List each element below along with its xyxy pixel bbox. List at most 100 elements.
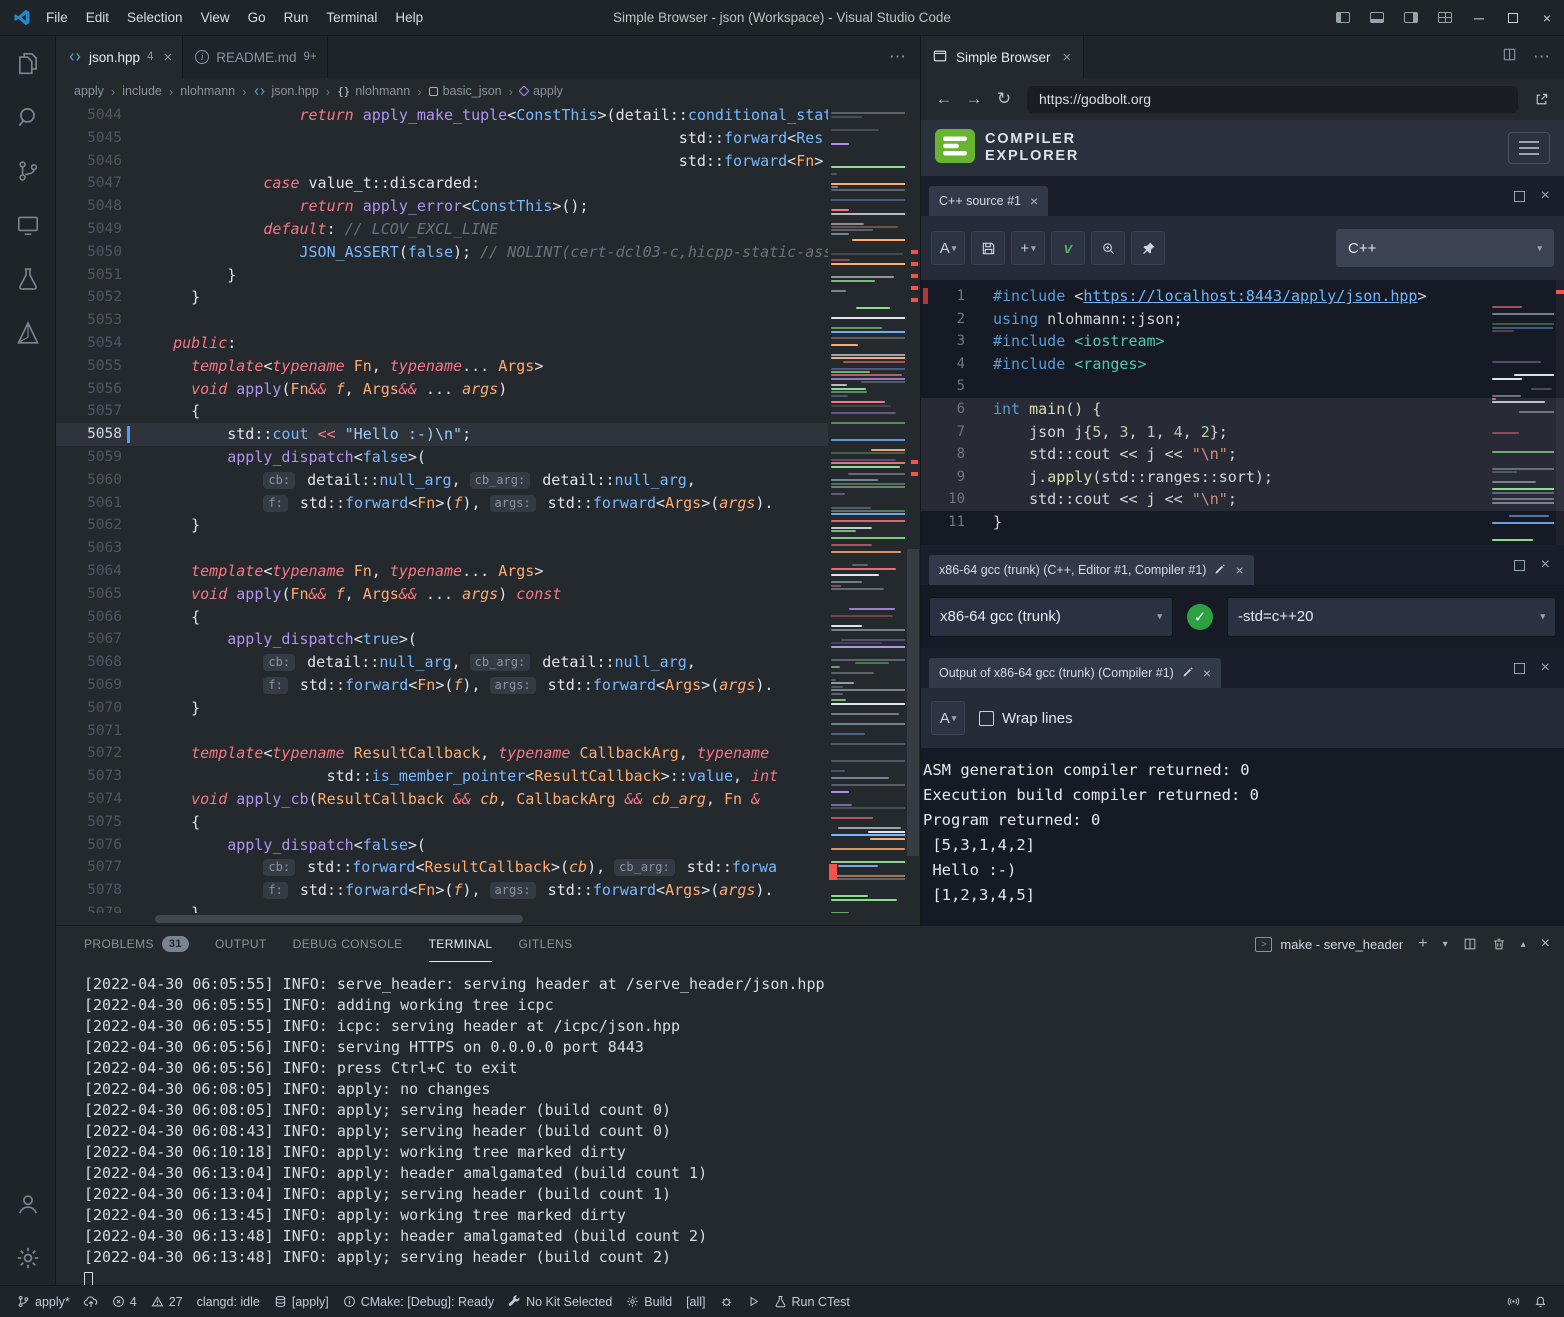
edit-icon[interactable]	[1182, 666, 1194, 681]
code-line-5059[interactable]: 5059 apply_dispatch<false>(	[56, 446, 828, 469]
back-icon[interactable]: ←	[931, 86, 957, 112]
compiler-pane-tab[interactable]: x86-64 gcc (trunk) (C++, Editor #1, Comp…	[929, 555, 1254, 585]
include-url-link[interactable]: https://localhost:8443/apply/json.hpp	[1083, 287, 1417, 305]
code-line-5069[interactable]: 5069 f: std::forward<Fn>(f), args: std::…	[56, 674, 828, 697]
vertical-scrollbar[interactable]	[906, 104, 920, 913]
search-icon[interactable]	[0, 90, 56, 144]
code-line-5074[interactable]: 5074 void apply_cb(ResultCallback && cb,…	[56, 788, 828, 811]
pin-icon[interactable]	[1131, 231, 1165, 265]
explorer-icon[interactable]	[0, 36, 56, 90]
panel-tab-terminal[interactable]: TERMINAL	[429, 926, 493, 962]
breadcrumb-item-nlohmann[interactable]: {}nlohmann	[335, 84, 412, 98]
compiler-select[interactable]: x86-64 gcc (trunk) ▾	[929, 597, 1173, 637]
testing-icon[interactable]	[0, 252, 56, 306]
panel-tab-gitlens[interactable]: GITLENS	[518, 926, 572, 962]
maximize-icon[interactable]	[1496, 0, 1530, 35]
menu-view[interactable]: View	[192, 0, 239, 36]
toggle-sidebar-icon[interactable]	[1326, 0, 1360, 35]
code-line-5075[interactable]: 5075 {	[56, 811, 828, 834]
terminal-session[interactable]: > make - serve_header	[1255, 937, 1403, 952]
code-line-5058[interactable]: 5058 std::cout << "Hello :-)\n";	[56, 423, 828, 446]
font-size-button[interactable]: A▾	[931, 701, 965, 735]
code-line-5065[interactable]: 5065 void apply(Fn&& f, Args&& ... args)…	[56, 583, 828, 606]
compiler-flags-input[interactable]: -std=c++20 ▾	[1227, 597, 1556, 637]
horizontal-scrollbar[interactable]	[155, 915, 523, 923]
chevron-down-icon[interactable]: ▾	[1443, 939, 1448, 950]
kill-terminal-icon[interactable]	[1492, 937, 1506, 951]
close-pane-icon[interactable]: ×	[1541, 659, 1550, 677]
status-item-branch-apply[interactable]: apply*	[10, 1286, 77, 1317]
menu-file[interactable]: File	[37, 0, 77, 36]
close-icon[interactable]: ×	[1203, 665, 1211, 681]
vim-mode-button[interactable]: v	[1051, 231, 1085, 265]
zoom-icon[interactable]	[1091, 231, 1125, 265]
status-item-broadcast[interactable]	[1500, 1286, 1527, 1317]
code-line-5070[interactable]: 5070 }	[56, 697, 828, 720]
ce-code-line-3[interactable]: 3#include <iostream>	[921, 330, 1564, 353]
menu-run[interactable]: Run	[275, 0, 318, 36]
code-line-5046[interactable]: 5046 std::forward<Fn>	[56, 150, 828, 173]
close-pane-icon[interactable]: ×	[1541, 187, 1550, 205]
code-line-5056[interactable]: 5056 void apply(Fn&& f, Args&& ... args)	[56, 378, 828, 401]
code-line-5048[interactable]: 5048 return apply_error<ConstThis>();	[56, 195, 828, 218]
close-pane-icon[interactable]: ×	[1541, 556, 1550, 574]
ce-code-line-1[interactable]: 1#include <https://localhost:8443/apply/…	[921, 285, 1564, 308]
status-item-notifications[interactable]	[1527, 1286, 1554, 1317]
status-item-errors[interactable]: 4	[105, 1286, 144, 1317]
ce-code-line-9[interactable]: 9 j.apply(std::ranges::sort);	[921, 466, 1564, 489]
close-icon[interactable]: ×	[163, 49, 172, 66]
panel-tab-debug-console[interactable]: DEBUG CONSOLE	[293, 926, 403, 962]
minimap[interactable]	[829, 104, 905, 913]
forward-icon[interactable]: →	[961, 86, 987, 112]
close-panel-icon[interactable]: ×	[1541, 935, 1550, 953]
code-line-5068[interactable]: 5068 cb: detail::null_arg, cb_arg: detai…	[56, 651, 828, 674]
maximize-pane-icon[interactable]	[1514, 191, 1525, 202]
close-icon[interactable]: ×	[1063, 49, 1072, 66]
split-terminal-icon[interactable]	[1463, 937, 1477, 951]
compiler-explorer-logo[interactable]: COMPILER EXPLORER	[935, 129, 1079, 168]
output-pane-tab[interactable]: Output of x86-64 gcc (trunk) (Compiler #…	[929, 658, 1221, 688]
maximize-pane-icon[interactable]	[1514, 663, 1525, 674]
close-icon[interactable]: ×	[1235, 562, 1243, 578]
status-item-cmake-kit[interactable]: No Kit Selected	[501, 1286, 619, 1317]
maximize-pane-icon[interactable]	[1514, 560, 1525, 571]
more-actions-icon[interactable]: ⋯	[1533, 47, 1550, 67]
status-item-launch-target[interactable]	[740, 1286, 767, 1317]
breadcrumb-item-include[interactable]: include	[120, 84, 164, 98]
code-line-5072[interactable]: 5072 template<typename ResultCallback, t…	[56, 742, 828, 765]
add-pane-button[interactable]: +▾	[1011, 231, 1045, 265]
source-editor[interactable]: 1#include <https://localhost:8443/apply/…	[921, 280, 1564, 545]
tab-json-hpp[interactable]: json.hpp 4 ×	[56, 36, 183, 78]
code-line-5053[interactable]: 5053	[56, 309, 828, 332]
status-item-debug-target[interactable]	[713, 1286, 740, 1317]
maximize-panel-icon[interactable]: ▴	[1521, 939, 1526, 950]
customize-layout-icon[interactable]	[1428, 0, 1462, 35]
code-line-5073[interactable]: 5073 std::is_member_pointer<ResultCallba…	[56, 765, 828, 788]
breadcrumb-item-nlohmann[interactable]: nlohmann	[178, 84, 237, 98]
code-line-5047[interactable]: 5047 case value_t::discarded:	[56, 172, 828, 195]
status-item-warnings[interactable]: 27	[144, 1286, 190, 1317]
code-line-5078[interactable]: 5078 f: std::forward<Fn>(f), args: std::…	[56, 879, 828, 902]
status-item-cmake-target[interactable]: [all]	[679, 1286, 712, 1317]
font-size-button[interactable]: A▾	[931, 231, 965, 265]
code-line-5062[interactable]: 5062 }	[56, 514, 828, 537]
tab-simple-browser[interactable]: Simple Browser ×	[921, 36, 1084, 78]
panel-tab-output[interactable]: OUTPUT	[215, 926, 267, 962]
breadcrumb-item-apply[interactable]: apply	[518, 84, 565, 98]
account-icon[interactable]	[0, 1177, 56, 1231]
wrap-lines-checkbox[interactable]: Wrap lines	[979, 710, 1073, 727]
status-item-cmake-status[interactable]: CMake: [Debug]: Ready	[336, 1286, 501, 1317]
menu-help[interactable]: Help	[386, 0, 432, 36]
minimize-icon[interactable]: ─	[1462, 0, 1496, 35]
code-line-5051[interactable]: 5051 }	[56, 264, 828, 287]
source-pane-tab[interactable]: C++ source #1 ×	[929, 186, 1048, 216]
scrollbar-slider[interactable]	[907, 549, 919, 856]
tab-readme-md[interactable]: i README.md 9+	[183, 36, 327, 78]
code-editor[interactable]: 5044 return apply_make_tuple<ConstThis>(…	[56, 104, 920, 925]
code-line-5077[interactable]: 5077 cb: std::forward<ResultCallback>(cb…	[56, 856, 828, 879]
breadcrumb-item-apply[interactable]: apply	[72, 84, 106, 98]
more-actions-icon[interactable]: ⋯	[875, 36, 920, 78]
ce-code-line-7[interactable]: 7 json j{5, 3, 1, 4, 2};	[921, 421, 1564, 444]
live-preview-icon[interactable]	[0, 198, 56, 252]
code-line-5055[interactable]: 5055 template<typename Fn, typename... A…	[56, 355, 828, 378]
